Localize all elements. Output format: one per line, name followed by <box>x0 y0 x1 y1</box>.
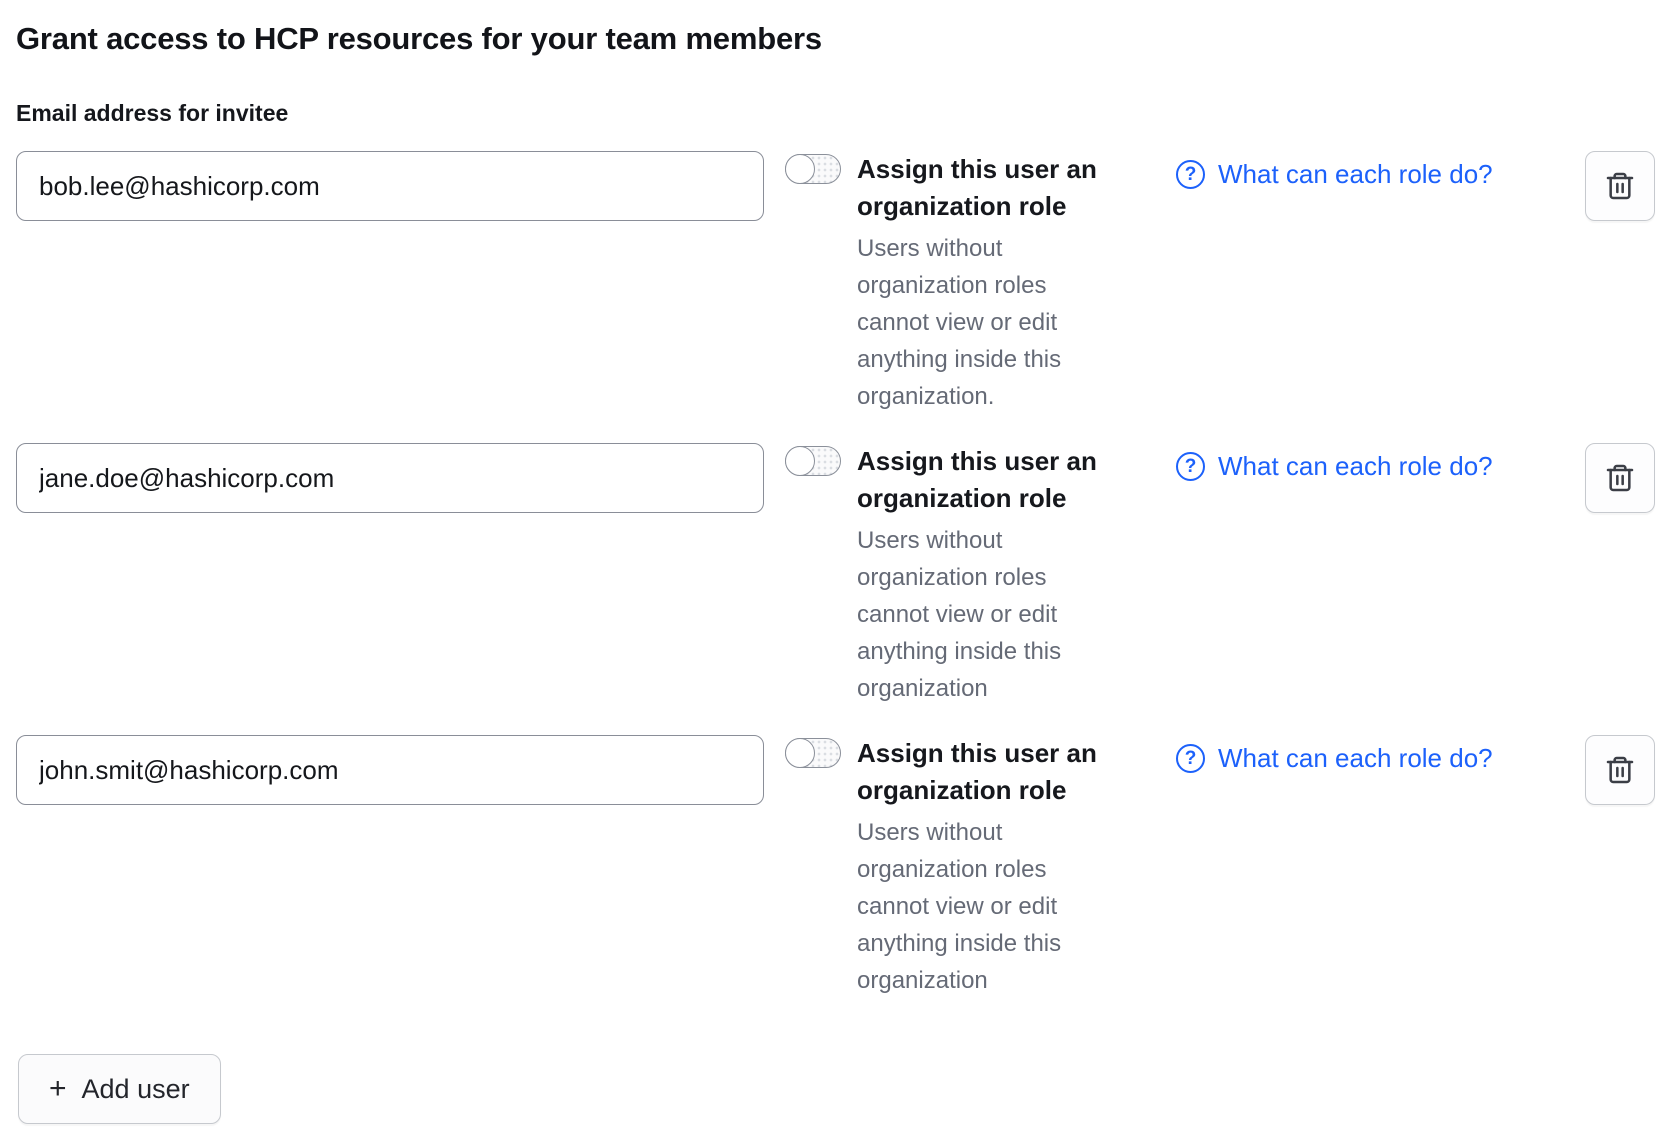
role-link-label: What can each role do? <box>1218 159 1493 190</box>
email-input[interactable] <box>16 443 764 513</box>
role-help-text: Users without organization roles cannot … <box>857 522 1095 707</box>
delete-invitee-button[interactable] <box>1585 443 1655 513</box>
invite-row: Assign this user an organization role Us… <box>16 151 1655 415</box>
invite-row: Assign this user an organization role Us… <box>16 735 1655 999</box>
org-role-toggle[interactable] <box>785 738 841 768</box>
trash-icon <box>1604 170 1636 202</box>
invite-row: Assign this user an organization role Us… <box>16 443 1655 707</box>
add-user-button[interactable]: + Add user <box>18 1054 221 1124</box>
invite-users-page: Grant access to HCP resources for your t… <box>0 21 1672 1124</box>
email-input[interactable] <box>16 151 764 221</box>
email-field-label: Email address for invitee <box>16 100 1655 127</box>
role-description: Assign this user an organization role Us… <box>857 151 1141 415</box>
toggle-knob-icon <box>785 154 815 184</box>
toggle-knob-icon <box>785 738 815 768</box>
assign-role-label: Assign this user an organization role <box>857 735 1141 809</box>
plus-icon: + <box>49 1074 67 1104</box>
add-user-label: Add user <box>82 1074 190 1105</box>
role-description: Assign this user an organization role Us… <box>857 735 1141 999</box>
trash-icon <box>1604 754 1636 786</box>
role-help-text: Users without organization roles cannot … <box>857 230 1095 415</box>
role-info-link[interactable]: ? What can each role do? <box>1176 451 1493 482</box>
assign-role-label: Assign this user an organization role <box>857 151 1141 225</box>
role-link-label: What can each role do? <box>1218 451 1493 482</box>
help-circle-icon: ? <box>1176 452 1205 481</box>
page-title: Grant access to HCP resources for your t… <box>16 21 1655 57</box>
role-description: Assign this user an organization role Us… <box>857 443 1141 707</box>
invitee-rows: Assign this user an organization role Us… <box>16 151 1655 999</box>
delete-invitee-button[interactable] <box>1585 735 1655 805</box>
assign-role-label: Assign this user an organization role <box>857 443 1141 517</box>
role-link-label: What can each role do? <box>1218 743 1493 774</box>
role-help-text: Users without organization roles cannot … <box>857 814 1095 999</box>
delete-invitee-button[interactable] <box>1585 151 1655 221</box>
org-role-toggle[interactable] <box>785 154 841 184</box>
toggle-knob-icon <box>785 446 815 476</box>
help-circle-icon: ? <box>1176 160 1205 189</box>
help-circle-icon: ? <box>1176 744 1205 773</box>
role-info-link[interactable]: ? What can each role do? <box>1176 743 1493 774</box>
email-input[interactable] <box>16 735 764 805</box>
trash-icon <box>1604 462 1636 494</box>
org-role-toggle[interactable] <box>785 446 841 476</box>
role-info-link[interactable]: ? What can each role do? <box>1176 159 1493 190</box>
